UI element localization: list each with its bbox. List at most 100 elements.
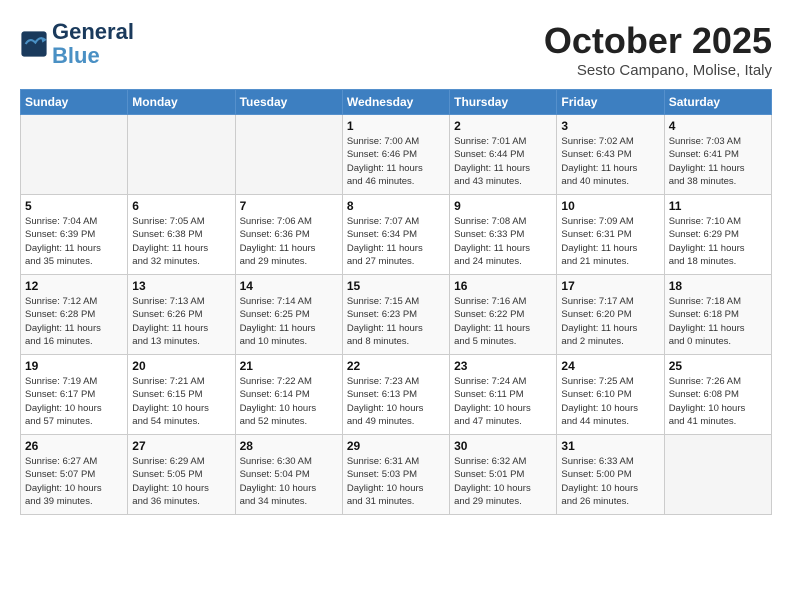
calendar-header-wednesday: Wednesday bbox=[342, 90, 449, 115]
day-number: 14 bbox=[240, 279, 338, 293]
day-number: 3 bbox=[561, 119, 659, 133]
logo-line2: Blue bbox=[52, 44, 134, 68]
day-info: Sunrise: 7:18 AM Sunset: 6:18 PM Dayligh… bbox=[669, 295, 767, 348]
calendar-cell: 16 Sunrise: 7:16 AM Sunset: 6:22 PM Dayli… bbox=[450, 275, 557, 355]
calendar-cell: 24 Sunrise: 7:25 AM Sunset: 6:10 PM Dayli… bbox=[557, 355, 664, 435]
calendar-cell: 30 Sunrise: 6:32 AM Sunset: 5:01 PM Dayli… bbox=[450, 435, 557, 515]
calendar-cell bbox=[664, 435, 771, 515]
day-number: 25 bbox=[669, 359, 767, 373]
day-info: Sunrise: 7:21 AM Sunset: 6:15 PM Dayligh… bbox=[132, 375, 230, 428]
day-info: Sunrise: 7:04 AM Sunset: 6:39 PM Dayligh… bbox=[25, 215, 123, 268]
day-info: Sunrise: 6:33 AM Sunset: 5:00 PM Dayligh… bbox=[561, 455, 659, 508]
calendar-cell: 19Sunrise: 7:19 AM Sunset: 6:17 PM Dayli… bbox=[21, 355, 128, 435]
day-number: 10 bbox=[561, 199, 659, 213]
day-number: 2 bbox=[454, 119, 552, 133]
calendar-cell: 11 Sunrise: 7:10 AM Sunset: 6:29 PM Dayli… bbox=[664, 195, 771, 275]
calendar-cell: 4 Sunrise: 7:03 AM Sunset: 6:41 PM Daylig… bbox=[664, 115, 771, 195]
day-number: 4 bbox=[669, 119, 767, 133]
calendar-cell: 6 Sunrise: 7:05 AM Sunset: 6:38 PM Daylig… bbox=[128, 195, 235, 275]
day-number: 12 bbox=[25, 279, 123, 293]
calendar-cell: 10 Sunrise: 7:09 AM Sunset: 6:31 PM Dayli… bbox=[557, 195, 664, 275]
calendar-table: SundayMondayTuesdayWednesdayThursdayFrid… bbox=[20, 89, 772, 515]
calendar-header-thursday: Thursday bbox=[450, 90, 557, 115]
day-info: Sunrise: 6:31 AM Sunset: 5:03 PM Dayligh… bbox=[347, 455, 445, 508]
day-info: Sunrise: 7:19 AM Sunset: 6:17 PM Dayligh… bbox=[25, 375, 123, 428]
day-info: Sunrise: 7:00 AM Sunset: 6:46 PM Dayligh… bbox=[347, 135, 445, 188]
day-info: Sunrise: 6:32 AM Sunset: 5:01 PM Dayligh… bbox=[454, 455, 552, 508]
day-number: 5 bbox=[25, 199, 123, 213]
calendar-cell: 7 Sunrise: 7:06 AM Sunset: 6:36 PM Daylig… bbox=[235, 195, 342, 275]
calendar-cell bbox=[21, 115, 128, 195]
title-area: October 2025 Sesto Campano, Molise, Ital… bbox=[544, 20, 772, 79]
day-info: Sunrise: 7:14 AM Sunset: 6:25 PM Dayligh… bbox=[240, 295, 338, 348]
day-info: Sunrise: 7:10 AM Sunset: 6:29 PM Dayligh… bbox=[669, 215, 767, 268]
calendar-cell: 23Sunrise: 7:24 AM Sunset: 6:11 PM Dayli… bbox=[450, 355, 557, 435]
day-number: 17 bbox=[561, 279, 659, 293]
calendar-header-tuesday: Tuesday bbox=[235, 90, 342, 115]
calendar-week-4: 19Sunrise: 7:19 AM Sunset: 6:17 PM Dayli… bbox=[21, 355, 772, 435]
day-number: 24 bbox=[561, 359, 659, 373]
calendar-week-5: 26Sunrise: 6:27 AM Sunset: 5:07 PM Dayli… bbox=[21, 435, 772, 515]
calendar-cell: 17 Sunrise: 7:17 AM Sunset: 6:20 PM Dayli… bbox=[557, 275, 664, 355]
day-number: 7 bbox=[240, 199, 338, 213]
day-number: 27 bbox=[132, 439, 230, 453]
calendar-cell bbox=[235, 115, 342, 195]
day-info: Sunrise: 7:15 AM Sunset: 6:23 PM Dayligh… bbox=[347, 295, 445, 348]
calendar-cell: 15Sunrise: 7:15 AM Sunset: 6:23 PM Dayli… bbox=[342, 275, 449, 355]
day-number: 18 bbox=[669, 279, 767, 293]
calendar-header-friday: Friday bbox=[557, 90, 664, 115]
day-info: Sunrise: 7:03 AM Sunset: 6:41 PM Dayligh… bbox=[669, 135, 767, 188]
day-number: 22 bbox=[347, 359, 445, 373]
day-number: 23 bbox=[454, 359, 552, 373]
calendar-week-3: 12Sunrise: 7:12 AM Sunset: 6:28 PM Dayli… bbox=[21, 275, 772, 355]
page-header: General Blue October 2025 Sesto Campano,… bbox=[20, 20, 772, 79]
calendar-cell: 22 Sunrise: 7:23 AM Sunset: 6:13 PM Dayli… bbox=[342, 355, 449, 435]
day-info: Sunrise: 7:07 AM Sunset: 6:34 PM Dayligh… bbox=[347, 215, 445, 268]
calendar-cell: 1 Sunrise: 7:00 AM Sunset: 6:46 PM Daylig… bbox=[342, 115, 449, 195]
day-number: 9 bbox=[454, 199, 552, 213]
calendar-header-monday: Monday bbox=[128, 90, 235, 115]
calendar-cell: 31Sunrise: 6:33 AM Sunset: 5:00 PM Dayli… bbox=[557, 435, 664, 515]
day-info: Sunrise: 6:29 AM Sunset: 5:05 PM Dayligh… bbox=[132, 455, 230, 508]
day-number: 20 bbox=[132, 359, 230, 373]
calendar-cell: 25 Sunrise: 7:26 AM Sunset: 6:08 PM Dayli… bbox=[664, 355, 771, 435]
day-info: Sunrise: 6:27 AM Sunset: 5:07 PM Dayligh… bbox=[25, 455, 123, 508]
day-info: Sunrise: 7:23 AM Sunset: 6:13 PM Dayligh… bbox=[347, 375, 445, 428]
logo: General Blue bbox=[20, 20, 134, 68]
calendar-cell: 5 Sunrise: 7:04 AM Sunset: 6:39 PM Daylig… bbox=[21, 195, 128, 275]
calendar-body: 1 Sunrise: 7:00 AM Sunset: 6:46 PM Daylig… bbox=[21, 115, 772, 515]
calendar-cell: 29 Sunrise: 6:31 AM Sunset: 5:03 PM Dayli… bbox=[342, 435, 449, 515]
day-number: 30 bbox=[454, 439, 552, 453]
logo-line1: General bbox=[52, 20, 134, 44]
day-info: Sunrise: 7:05 AM Sunset: 6:38 PM Dayligh… bbox=[132, 215, 230, 268]
calendar-cell: 18 Sunrise: 7:18 AM Sunset: 6:18 PM Dayli… bbox=[664, 275, 771, 355]
calendar-cell: 12Sunrise: 7:12 AM Sunset: 6:28 PM Dayli… bbox=[21, 275, 128, 355]
calendar-cell: 20 Sunrise: 7:21 AM Sunset: 6:15 PM Dayli… bbox=[128, 355, 235, 435]
day-number: 13 bbox=[132, 279, 230, 293]
day-number: 21 bbox=[240, 359, 338, 373]
day-number: 11 bbox=[669, 199, 767, 213]
calendar-cell bbox=[128, 115, 235, 195]
day-info: Sunrise: 7:09 AM Sunset: 6:31 PM Dayligh… bbox=[561, 215, 659, 268]
day-info: Sunrise: 7:08 AM Sunset: 6:33 PM Dayligh… bbox=[454, 215, 552, 268]
calendar-cell: 2 Sunrise: 7:01 AM Sunset: 6:44 PM Daylig… bbox=[450, 115, 557, 195]
day-number: 6 bbox=[132, 199, 230, 213]
calendar-cell: 26Sunrise: 6:27 AM Sunset: 5:07 PM Dayli… bbox=[21, 435, 128, 515]
calendar-cell: 27 Sunrise: 6:29 AM Sunset: 5:05 PM Dayli… bbox=[128, 435, 235, 515]
day-info: Sunrise: 7:25 AM Sunset: 6:10 PM Dayligh… bbox=[561, 375, 659, 428]
location-subtitle: Sesto Campano, Molise, Italy bbox=[544, 62, 772, 79]
logo-icon bbox=[20, 30, 48, 58]
day-info: Sunrise: 7:16 AM Sunset: 6:22 PM Dayligh… bbox=[454, 295, 552, 348]
calendar-cell: 14 Sunrise: 7:14 AM Sunset: 6:25 PM Dayli… bbox=[235, 275, 342, 355]
day-info: Sunrise: 7:26 AM Sunset: 6:08 PM Dayligh… bbox=[669, 375, 767, 428]
day-info: Sunrise: 7:22 AM Sunset: 6:14 PM Dayligh… bbox=[240, 375, 338, 428]
day-number: 16 bbox=[454, 279, 552, 293]
day-number: 1 bbox=[347, 119, 445, 133]
calendar-cell: 3Sunrise: 7:02 AM Sunset: 6:43 PM Daylig… bbox=[557, 115, 664, 195]
day-info: Sunrise: 7:01 AM Sunset: 6:44 PM Dayligh… bbox=[454, 135, 552, 188]
day-info: Sunrise: 7:06 AM Sunset: 6:36 PM Dayligh… bbox=[240, 215, 338, 268]
calendar-week-2: 5 Sunrise: 7:04 AM Sunset: 6:39 PM Daylig… bbox=[21, 195, 772, 275]
day-number: 29 bbox=[347, 439, 445, 453]
day-info: Sunrise: 7:17 AM Sunset: 6:20 PM Dayligh… bbox=[561, 295, 659, 348]
month-title: October 2025 bbox=[544, 20, 772, 62]
